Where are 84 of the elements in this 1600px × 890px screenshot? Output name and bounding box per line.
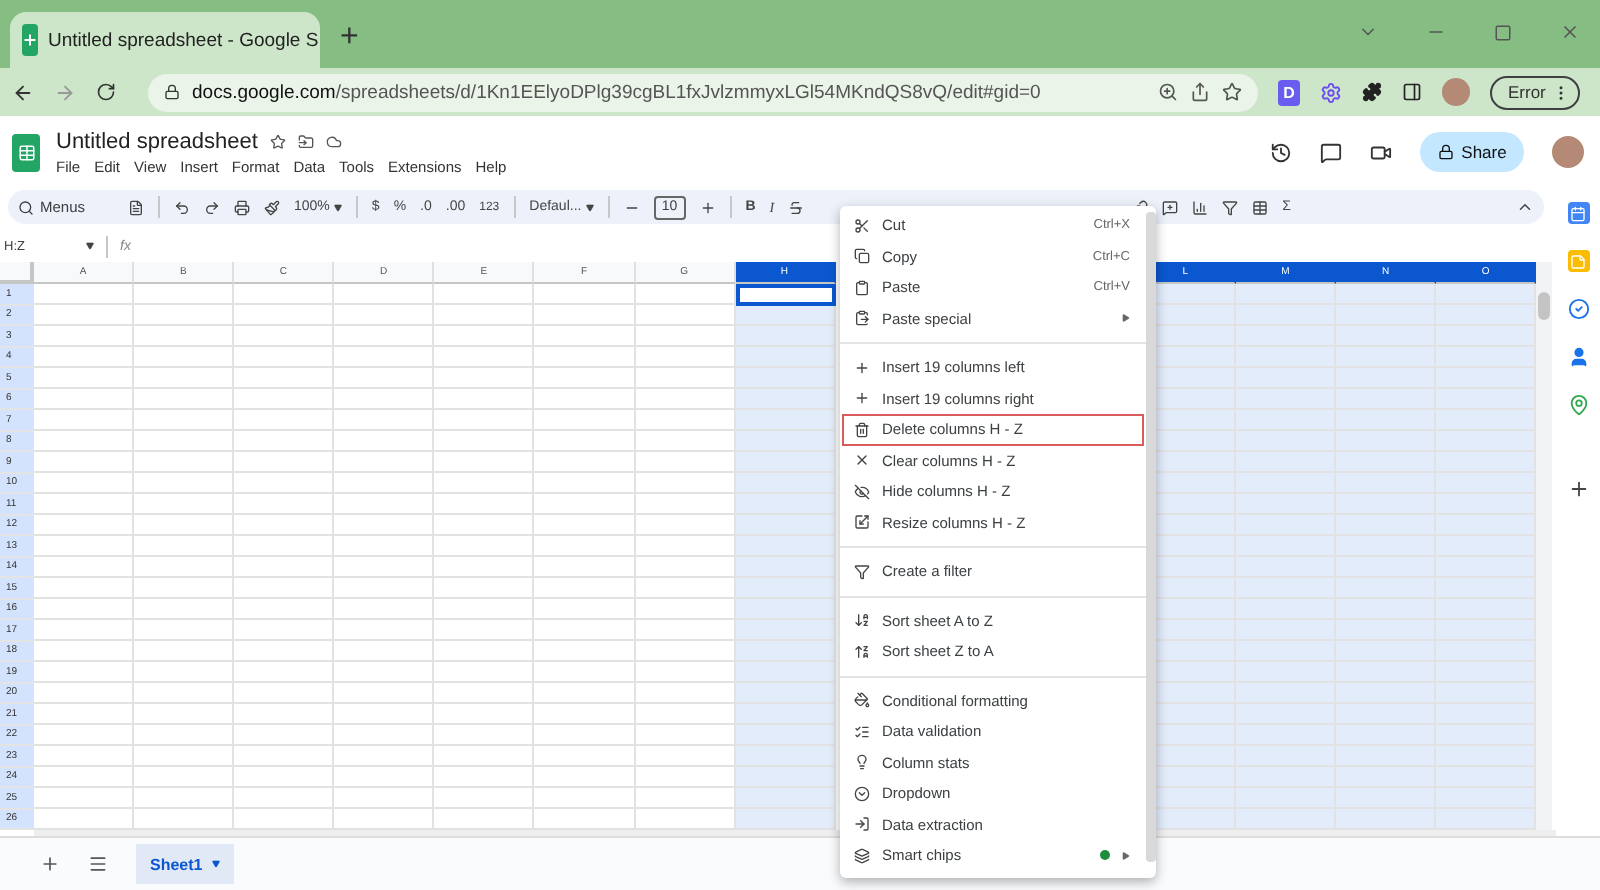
active-cell[interactable]	[735, 284, 836, 306]
undo-icon	[174, 199, 190, 215]
checklist-icon	[854, 723, 870, 740]
vertical-scrollbar[interactable]	[1536, 262, 1553, 830]
caret-icon	[86, 242, 94, 250]
profile-error-button[interactable]: Error	[1490, 75, 1580, 109]
caret-icon	[333, 203, 342, 211]
dropdown-icon	[854, 785, 870, 802]
cloud-icon	[325, 133, 342, 149]
paint-format-icon	[264, 199, 280, 215]
comment-icon	[1320, 141, 1342, 163]
tab-title: Untitled spreadsheet - Google S	[48, 29, 319, 51]
maximize-icon	[1494, 23, 1512, 41]
address-bar[interactable]: docs.google.com/spreadsheets/d/1Kn1EElyoDPlg39cgBL1fxJvlzmmyxLGl54MKndQS8vQ/edit#gid=0	[148, 73, 1258, 111]
paint-bucket-icon	[854, 692, 870, 709]
resize-icon	[854, 514, 870, 531]
close-icon	[1560, 22, 1580, 42]
chart-icon	[1192, 199, 1209, 215]
sort-icon	[854, 612, 870, 629]
submenu-arrow-icon	[1122, 314, 1130, 323]
history-icon	[1270, 141, 1292, 163]
comment-icon	[1162, 199, 1179, 215]
tasks-icon[interactable]	[1567, 298, 1589, 320]
gear-icon	[1320, 81, 1342, 103]
plus-icon	[854, 390, 870, 407]
strikethrough-icon	[788, 199, 805, 215]
select-all-corner[interactable]	[0, 262, 34, 284]
share-icon	[1190, 82, 1210, 102]
print-icon	[234, 199, 250, 215]
sheets-logo-icon[interactable]	[12, 133, 40, 171]
caret-icon	[212, 860, 221, 868]
back-arrow-icon	[12, 81, 34, 103]
clipboard-icon	[854, 310, 870, 327]
table-icon	[1252, 199, 1269, 215]
arrow-in-icon	[854, 816, 870, 833]
share-button[interactable]: Share	[1420, 132, 1524, 172]
document-icon	[128, 199, 144, 215]
status-dot	[1100, 850, 1110, 861]
plus-icon	[699, 199, 716, 215]
document-title[interactable]: Untitled spreadsheet	[56, 129, 258, 153]
menu-scrollbar[interactable]	[1146, 212, 1156, 862]
sheet-tab[interactable]: Sheet1	[136, 844, 235, 884]
puzzle-icon	[1362, 82, 1382, 102]
eye-off-icon	[854, 483, 870, 500]
sheets-logo-icon	[22, 24, 38, 56]
caret-icon	[585, 203, 594, 211]
avatar[interactable]	[1552, 136, 1584, 168]
folder-icon	[297, 133, 314, 149]
url-text: docs.google.com/spreadsheets/d/1Kn1EElyoDPlg39cgBL1fxJvlzmmyxLGl54MKndQS8vQ/edit#gid=0	[192, 81, 1043, 103]
note-icon[interactable]	[1567, 250, 1589, 272]
video-icon	[1370, 141, 1392, 163]
lock-icon	[164, 84, 180, 100]
search-icon	[18, 199, 34, 215]
layers-icon	[854, 847, 870, 864]
filter-icon	[854, 563, 870, 580]
sidebar-icon	[1402, 82, 1422, 102]
star-icon	[1222, 82, 1242, 102]
reload-icon	[96, 82, 116, 102]
lightbulb-icon	[854, 754, 870, 771]
collapse-icon	[1516, 198, 1534, 216]
map-pin-icon[interactable]	[1567, 394, 1589, 416]
calendar-icon[interactable]	[1567, 202, 1589, 224]
all-sheets-icon	[88, 854, 108, 874]
plus-icon[interactable]	[1567, 478, 1589, 500]
add-sheet-icon	[40, 854, 60, 874]
lock-icon	[1437, 144, 1454, 160]
sort-icon	[854, 643, 870, 660]
trash-icon	[854, 421, 870, 438]
redo-icon	[204, 199, 220, 215]
submenu-arrow-icon	[1122, 851, 1130, 860]
copy-icon	[854, 248, 870, 265]
browser-tab[interactable]: Untitled spreadsheet - Google S	[10, 12, 320, 68]
extension-icon[interactable]: D	[1278, 79, 1300, 105]
filter-icon	[1222, 199, 1239, 215]
close-icon	[854, 452, 870, 469]
plus-icon	[854, 359, 870, 376]
zoom-icon	[1158, 82, 1178, 102]
scissors-icon	[854, 217, 870, 234]
forward-arrow-icon	[54, 81, 76, 103]
contacts-icon[interactable]	[1567, 346, 1589, 368]
avatar[interactable]	[1442, 78, 1470, 106]
star-icon	[269, 133, 286, 149]
new-tab-button[interactable]: +	[340, 22, 359, 54]
clipboard-icon	[854, 279, 870, 296]
